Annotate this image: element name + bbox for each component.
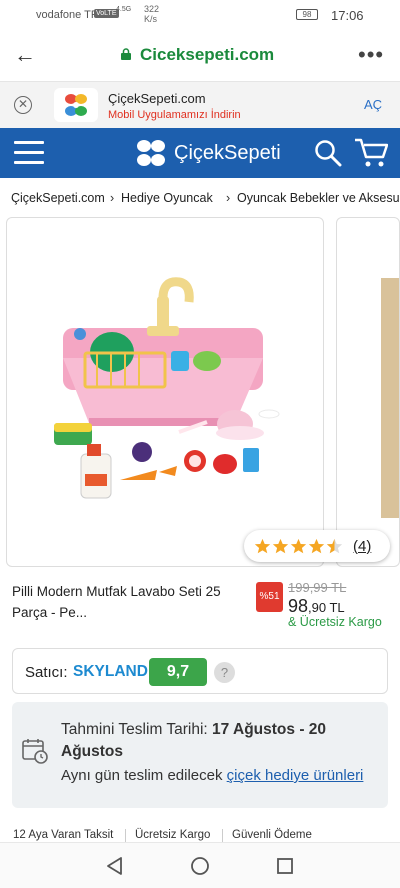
url-domain[interactable]: Ciceksepeti.com [140, 45, 274, 65]
flower-logo-icon [137, 140, 165, 166]
app-logo [54, 88, 98, 122]
free-shipping-label: & Ücretsiz Kargo [288, 615, 382, 629]
chevron-right-icon: › [110, 191, 115, 205]
breadcrumb: ÇiçekSepeti.com › Hediye Oyuncak › Oyunc… [0, 178, 400, 216]
clock: 17:06 [331, 8, 364, 23]
star-icon [290, 538, 307, 553]
more-vert-icon[interactable]: ••• [358, 42, 384, 68]
discount-badge: %51 [256, 582, 283, 612]
breadcrumb-item-home[interactable]: ÇiçekSepeti.com [11, 191, 105, 205]
breadcrumb-item-dolls[interactable]: Oyuncak Bebekler ve Aksesu [237, 191, 400, 205]
lock-icon [121, 48, 131, 60]
network-speed: 322 K/s [144, 4, 160, 24]
seller-score-badge: 9,7 [149, 658, 207, 686]
battery-icon: 98 [296, 9, 318, 20]
app-banner-subtitle: Mobil Uygulamamızı İndirin [108, 109, 241, 121]
browser-url-bar: ← Ciceksepeti.com ••• [0, 30, 400, 82]
next-product-image [381, 278, 399, 518]
android-nav-bar [0, 842, 400, 888]
close-icon[interactable]: ✕ [14, 96, 32, 114]
feature-free-shipping: Ücretsiz Kargo [135, 829, 211, 841]
feature-secure-payment: Güvenli Ödeme [232, 829, 312, 841]
open-app-button[interactable]: AÇ [364, 97, 382, 112]
same-day-delivery: Aynı gün teslim edilecek çiçek hediye ür… [61, 767, 364, 784]
star-icon [308, 538, 325, 553]
volte-badge: VoLTE [94, 9, 119, 18]
product-image [54, 277, 280, 499]
site-logo[interactable]: ÇiçekSepeti [134, 137, 281, 169]
current-price: 98,90 TL [288, 596, 345, 616]
feature-installments: 12 Aya Varan Taksit [13, 829, 114, 841]
site-header: ÇiçekSepeti [0, 128, 400, 178]
seller-box: Satıcı: SKYLAND 9,7 ? [12, 648, 388, 694]
product-title: Pilli Modern Mutfak Lavabo Seti 25 Parça… [12, 584, 221, 620]
star-icon [272, 538, 289, 553]
seller-label: Satıcı: [25, 664, 68, 681]
calendar-clock-icon [22, 739, 48, 764]
arrow-left-icon[interactable]: ← [14, 44, 36, 66]
old-price: 199,99 TL [288, 580, 347, 595]
app-banner-title: ÇiçekSepeti.com [108, 91, 206, 106]
delivery-info: Tahmini Teslim Tarihi: 17 Ağustos - 20 A… [12, 702, 388, 808]
search-icon[interactable] [314, 139, 342, 167]
chevron-right-icon: › [226, 191, 231, 205]
rating-badge[interactable]: (4) [244, 530, 390, 562]
app-install-banner: ✕ ÇiçekSepeti.com Mobil Uygulamamızı İnd… [0, 82, 400, 128]
cart-icon[interactable] [354, 137, 388, 169]
help-icon[interactable]: ? [214, 662, 235, 683]
site-brand-name: ÇiçekSepeti [174, 141, 281, 164]
same-day-products-link[interactable]: çiçek hediye ürünleri [227, 767, 364, 784]
breadcrumb-item-gift-toys[interactable]: Hediye Oyuncak [121, 191, 213, 205]
seller-name-link[interactable]: SKYLAND [73, 663, 148, 681]
nav-home-icon[interactable] [189, 855, 211, 877]
half-star-icon [326, 538, 343, 553]
star-icon [254, 538, 271, 553]
review-count[interactable]: (4) [353, 538, 371, 555]
nav-back-icon[interactable] [104, 855, 126, 877]
hamburger-menu-icon[interactable] [14, 141, 44, 165]
network-indicator: 4.5G [116, 6, 132, 13]
status-bar: vodafone TR VoLTE 4.5G 322 K/s 98 17:06 [0, 0, 400, 30]
product-image-card[interactable] [6, 217, 324, 567]
next-product-image-card[interactable] [336, 217, 400, 567]
estimated-delivery: Tahmini Teslim Tarihi: 17 Ağustos - 20 A… [61, 721, 327, 760]
carrier-name: vodafone TR [36, 9, 99, 21]
nav-recents-icon[interactable] [274, 855, 296, 877]
